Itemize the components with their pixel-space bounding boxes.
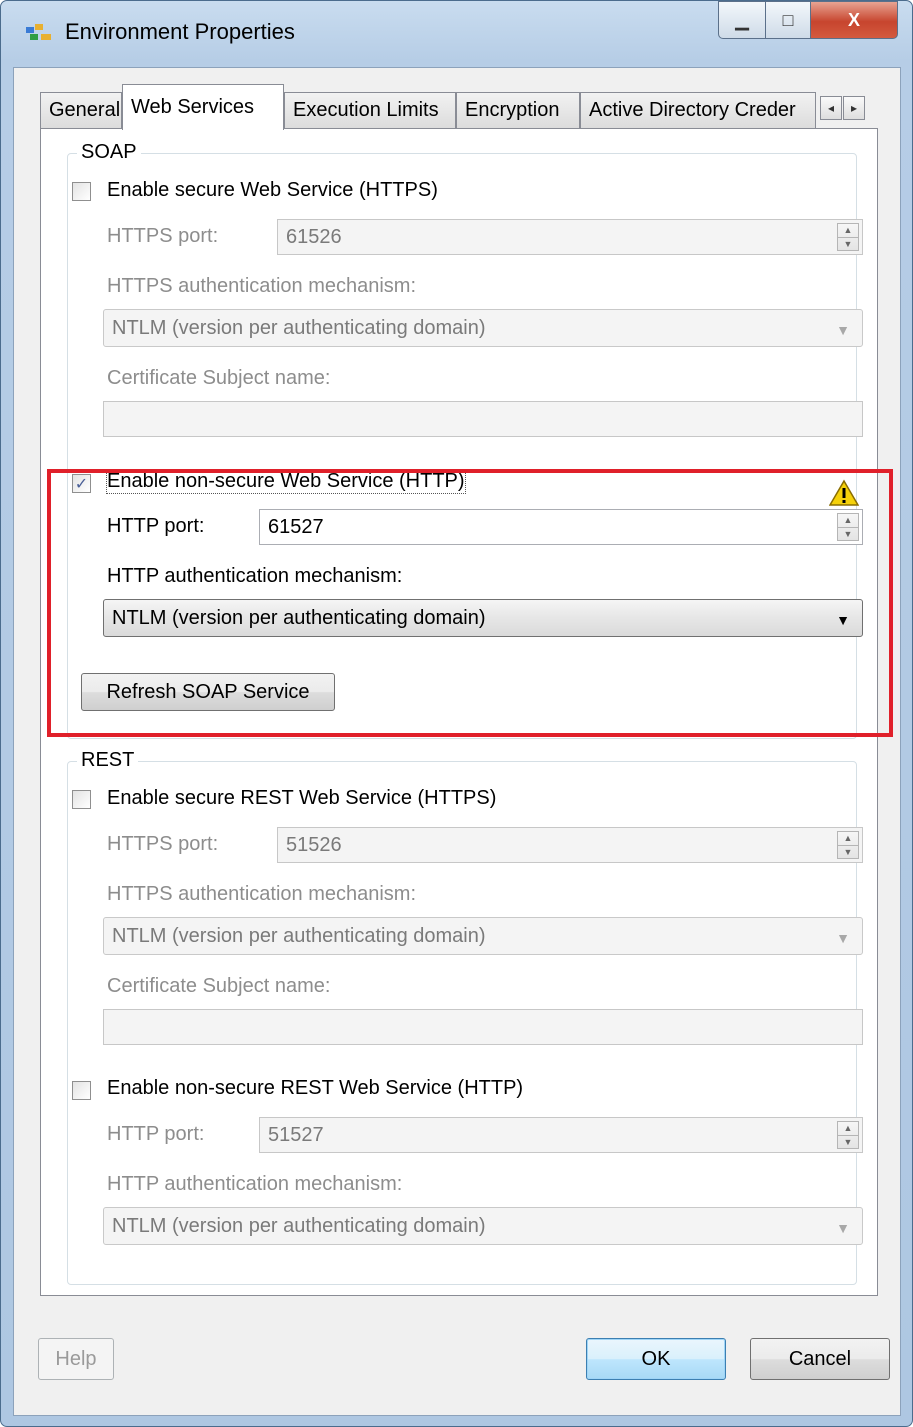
rest-https-port-spinner[interactable]: ▲ ▼ [837, 831, 859, 859]
maximize-icon: □ [782, 9, 794, 30]
rest-https-auth-label: HTTPS authentication mechanism: [107, 883, 417, 905]
maximize-button[interactable]: □ [766, 1, 811, 39]
tab-strip: General Web Services Execution Limits En… [40, 82, 900, 130]
web-services-tab-page: SOAP Enable secure Web Service (HTTPS) H… [40, 128, 878, 1296]
spin-up-icon: ▲ [843, 1123, 853, 1134]
rest-cert-subject-label: Certificate Subject name: [107, 975, 331, 997]
rest-http-auth-label: HTTP authentication mechanism: [107, 1173, 403, 1195]
rest-http-checkbox[interactable] [72, 1081, 91, 1100]
close-button[interactable]: X [811, 1, 898, 39]
soap-https-enable-label: Enable secure Web Service (HTTPS) [107, 179, 438, 201]
rest-http-port-field[interactable]: 51527 ▲ ▼ [259, 1117, 863, 1153]
rest-http-auth-value: NTLM (version per authenticating domain) [112, 1214, 486, 1237]
rest-http-port-spinner[interactable]: ▲ ▼ [837, 1121, 859, 1149]
rest-https-port-label: HTTPS port: [107, 833, 219, 855]
soap-http-auth-dropdown[interactable]: NTLM (version per authenticating domain)… [103, 599, 863, 637]
chevron-left-icon: ◂ [827, 101, 835, 115]
soap-https-port-value: 61526 [286, 225, 342, 248]
soap-http-port-label: HTTP port: [107, 515, 205, 537]
rest-cert-subject-field[interactable] [103, 1009, 863, 1045]
spin-up-icon: ▲ [843, 225, 853, 236]
dialog-client-area: General Web Services Execution Limits En… [13, 67, 901, 1416]
tab-web-services[interactable]: Web Services [122, 84, 284, 130]
soap-cert-subject-label: Certificate Subject name: [107, 367, 331, 389]
soap-https-port-label: HTTPS port: [107, 225, 219, 247]
refresh-soap-service-button[interactable]: Refresh SOAP Service [81, 673, 335, 711]
rest-http-port-value: 51527 [268, 1123, 324, 1146]
close-icon: X [847, 9, 860, 30]
rest-https-enable-label: Enable secure REST Web Service (HTTPS) [107, 787, 497, 809]
minimize-button[interactable]: ▁ [718, 1, 766, 39]
soap-http-checkbox[interactable]: ✓ [72, 474, 91, 493]
soap-group-label: SOAP [77, 141, 141, 164]
chevron-down-icon: ▼ [836, 612, 850, 628]
warning-icon [829, 479, 859, 506]
soap-https-port-field[interactable]: 61526 ▲ ▼ [277, 219, 863, 255]
rest-group-label: REST [77, 749, 139, 772]
window-title: Environment Properties [65, 19, 295, 44]
tab-scroll-left-button[interactable]: ◂ [820, 96, 842, 120]
tab-active-directory-credentials[interactable]: Active Directory Creder [580, 92, 816, 128]
rest-https-port-value: 51526 [286, 833, 342, 856]
rest-http-enable-label: Enable non-secure REST Web Service (HTTP… [107, 1077, 524, 1099]
rest-https-checkbox[interactable] [72, 790, 91, 809]
soap-http-auth-label: HTTP authentication mechanism: [107, 565, 403, 587]
tab-encryption[interactable]: Encryption [456, 92, 580, 128]
tab-general[interactable]: General [40, 92, 122, 128]
chevron-right-icon: ▸ [850, 101, 858, 115]
chevron-down-icon: ▼ [836, 930, 850, 946]
soap-http-auth-value: NTLM (version per authenticating domain) [112, 606, 486, 629]
soap-https-auth-label: HTTPS authentication mechanism: [107, 275, 417, 297]
soap-https-checkbox[interactable] [72, 182, 91, 201]
title-bar[interactable]: Environment Properties ▁ □ X [1, 1, 912, 65]
spin-down-icon: ▼ [838, 526, 858, 541]
rest-https-auth-value: NTLM (version per authenticating domain) [112, 924, 486, 947]
soap-https-auth-value: NTLM (version per authenticating domain) [112, 316, 486, 339]
spin-down-icon: ▼ [838, 1134, 858, 1149]
tab-scroll-right-button[interactable]: ▸ [843, 96, 865, 120]
rest-https-auth-dropdown[interactable]: NTLM (version per authenticating domain)… [103, 917, 863, 955]
soap-http-port-value: 61527 [268, 515, 324, 538]
caption-buttons: ▁ □ X [718, 1, 898, 39]
rest-http-auth-dropdown[interactable]: NTLM (version per authenticating domain)… [103, 1207, 863, 1245]
soap-http-port-field[interactable]: 61527 ▲ ▼ [259, 509, 863, 545]
spin-down-icon: ▼ [838, 844, 858, 859]
rest-http-port-label: HTTP port: [107, 1123, 205, 1145]
chevron-down-icon: ▼ [836, 322, 850, 338]
cancel-button[interactable]: Cancel [750, 1338, 890, 1380]
help-button[interactable]: Help [38, 1338, 114, 1380]
soap-http-enable-label: Enable non-secure Web Service (HTTP) [106, 469, 466, 494]
environment-properties-window: Environment Properties ▁ □ X General Web… [0, 0, 913, 1427]
tab-execution-limits[interactable]: Execution Limits [284, 92, 456, 128]
minimize-icon: ▁ [735, 9, 749, 30]
checkmark-icon: ✓ [74, 475, 89, 493]
soap-http-port-spinner[interactable]: ▲ ▼ [837, 513, 859, 541]
soap-https-port-spinner[interactable]: ▲ ▼ [837, 223, 859, 251]
ok-button[interactable]: OK [586, 1338, 726, 1380]
rest-https-port-field[interactable]: 51526 ▲ ▼ [277, 827, 863, 863]
spin-up-icon: ▲ [843, 515, 853, 526]
soap-cert-subject-field[interactable] [103, 401, 863, 437]
spin-down-icon: ▼ [838, 236, 858, 251]
soap-https-auth-dropdown[interactable]: NTLM (version per authenticating domain)… [103, 309, 863, 347]
spin-up-icon: ▲ [843, 833, 853, 844]
chevron-down-icon: ▼ [836, 1220, 850, 1236]
environment-app-icon [26, 24, 51, 40]
